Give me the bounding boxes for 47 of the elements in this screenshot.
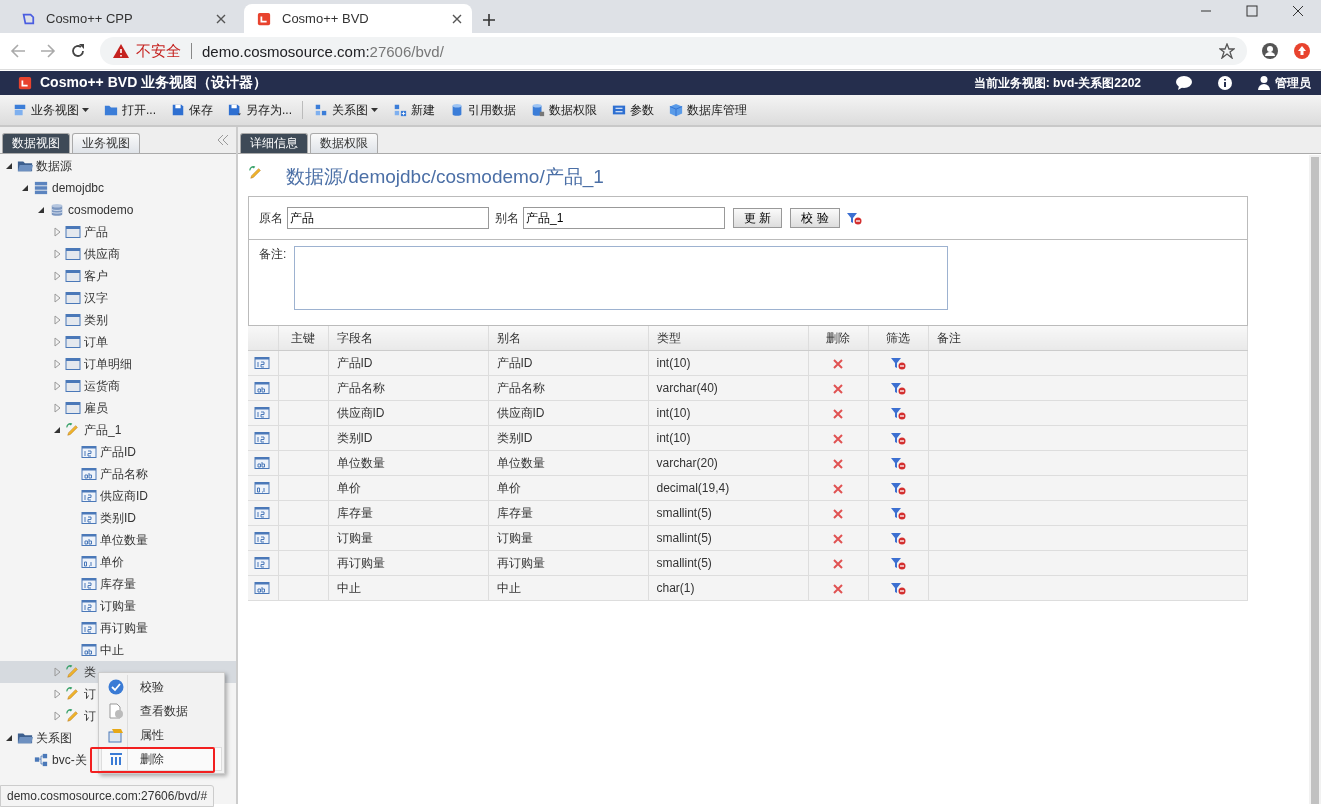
view-path-title: 数据源/demojdbc/cosmodemo/产品_1 (286, 165, 604, 190)
table-cell: 供应商ID (328, 400, 488, 426)
table-cell: 中止 (488, 575, 648, 601)
table-cell: smallint(5) (648, 550, 808, 576)
table-cell: 库存量 (488, 500, 648, 526)
table-cell: varchar(40) (648, 375, 808, 401)
table-cell: char(1) (648, 575, 808, 601)
table-cell: 订购量 (328, 525, 488, 551)
table-cell: 再订购量 (488, 550, 648, 576)
table-cell: 类别ID (488, 425, 648, 451)
field-label: 别名 (495, 209, 519, 227)
field-label: 原名 (259, 209, 283, 227)
table-cell: decimal(19,4) (648, 475, 808, 501)
table-cell: 单价 (328, 475, 488, 501)
table-cell: 单位数量 (488, 450, 648, 476)
column-header: 类型 (648, 326, 808, 351)
table-cell: 单位数量 (328, 450, 488, 476)
table-cell: int(10) (648, 400, 808, 426)
table-cell: 单价 (488, 475, 648, 501)
app-title: Cosmo++ BVD 业务视图（设计器） (40, 74, 268, 92)
table-cell: 产品名称 (488, 375, 648, 401)
table-cell: varchar(20) (648, 450, 808, 476)
field-label: 备注: (259, 246, 287, 263)
current-view-label: 当前业务视图: bvd-关系图2202 (973, 74, 1141, 92)
table-cell: int(10) (648, 425, 808, 451)
url-host: demo.cosmosource.com: (202, 42, 370, 60)
security-label: 不安全 (136, 41, 181, 61)
table-cell: smallint(5) (648, 500, 808, 526)
table-cell: 产品名称 (328, 375, 488, 401)
table-cell: 再订购量 (328, 550, 488, 576)
table-cell: 产品ID (488, 350, 648, 376)
column-header: 字段名 (328, 326, 488, 351)
column-header: 删除 (808, 326, 868, 351)
column-header: 主键 (278, 326, 328, 351)
table-cell: 中止 (328, 575, 488, 601)
table-cell: 产品ID (328, 350, 488, 376)
table-cell: 库存量 (328, 500, 488, 526)
column-header: 别名 (488, 326, 648, 351)
table-cell: int(10) (648, 350, 808, 376)
table-cell: smallint(5) (648, 525, 808, 551)
table-cell: 供应商ID (488, 400, 648, 426)
table-cell: 类别ID (328, 425, 488, 451)
column-header: 筛选 (868, 326, 928, 351)
table-cell: 订购量 (488, 525, 648, 551)
column-header: 备注 (928, 326, 1248, 351)
status-url: demo.cosmosource.com:27606/bvd/# (0, 785, 215, 807)
url-path: 27606/bvd/ (369, 42, 444, 60)
